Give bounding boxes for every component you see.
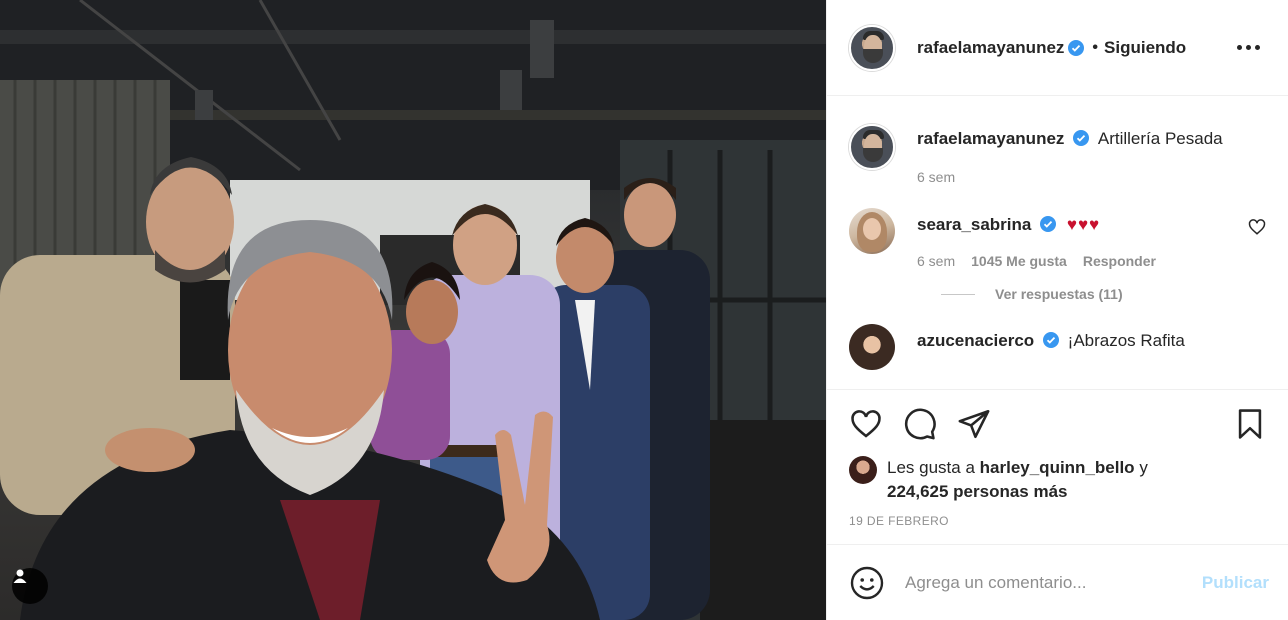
caption-username[interactable]: rafaelamayanunez: [917, 129, 1064, 148]
author-username[interactable]: rafaelamayanunez: [917, 38, 1064, 58]
share-paper-plane-icon[interactable]: [957, 407, 991, 441]
others-like-count[interactable]: 224,625 personas más: [887, 482, 1068, 501]
following-button[interactable]: Siguiendo: [1104, 38, 1186, 58]
comment-time[interactable]: 6 sem: [917, 250, 955, 272]
commenter-username[interactable]: seara_sabrina: [917, 215, 1031, 234]
view-replies-button[interactable]: Ver respuestas (11): [941, 286, 1266, 302]
post-photo[interactable]: [0, 0, 826, 620]
commenter-avatar[interactable]: [849, 324, 895, 370]
user-icon: [13, 569, 27, 583]
liked-by-summary: Les gusta a harley_quinn_bello y 224,625…: [849, 456, 1267, 504]
verified-badge-icon: [1040, 216, 1057, 232]
comment-like-heart-icon[interactable]: [1248, 218, 1266, 236]
post-side-panel: rafaelamayanunez • Siguiendo rafaelamaya…: [826, 0, 1288, 620]
liked-by-conjunction: y: [1139, 458, 1148, 477]
caption-text: Artillería Pesada: [1097, 129, 1223, 148]
comment-row: seara_sabrina ♥♥♥ 6 sem 1045 Me gusta Re…: [849, 208, 1266, 272]
add-comment-bar: Publicar: [827, 544, 1288, 620]
group-selfie-image: [0, 0, 826, 620]
caption-time[interactable]: 6 sem: [917, 166, 955, 188]
liked-by-username[interactable]: harley_quinn_bello: [980, 458, 1135, 477]
more-options-icon[interactable]: [1231, 39, 1266, 56]
caption-author-avatar[interactable]: [849, 124, 895, 170]
separator-dot: •: [1092, 38, 1099, 56]
author-avatar[interactable]: [849, 24, 895, 71]
like-heart-icon[interactable]: [849, 407, 883, 441]
post-actions: Les gusta a harley_quinn_bello y 224,625…: [827, 389, 1288, 528]
replies-divider: [941, 293, 975, 295]
verified-badge-icon: [1073, 130, 1090, 146]
comment-row: azucenacierco ¡Abrazos Rafita: [849, 324, 1266, 370]
comment-text: ¡Abrazos Rafita: [1067, 331, 1185, 350]
post-date[interactable]: 19 DE FEBRERO: [849, 514, 1267, 528]
comment-input[interactable]: [905, 572, 1202, 593]
commenter-username[interactable]: azucenacierco: [917, 331, 1034, 350]
caption-row: rafaelamayanunez Artillería Pesada 6 sem: [849, 124, 1266, 188]
save-bookmark-icon[interactable]: [1233, 407, 1267, 441]
comment-bubble-icon[interactable]: [903, 407, 937, 441]
view-replies-label: Ver respuestas (11): [995, 286, 1123, 302]
tagged-users-button[interactable]: [12, 568, 48, 604]
emoji-smiley-icon[interactable]: [849, 565, 885, 601]
reply-button[interactable]: Responder: [1083, 250, 1156, 272]
liker-avatar[interactable]: [849, 456, 877, 484]
comment-text: ♥♥♥: [1066, 215, 1101, 234]
comment-like-count[interactable]: 1045 Me gusta: [971, 250, 1067, 272]
post-header: rafaelamayanunez • Siguiendo: [827, 0, 1288, 96]
liked-by-prefix: Les gusta a: [887, 458, 975, 477]
commenter-avatar[interactable]: [849, 208, 895, 254]
verified-badge-icon: [1068, 39, 1085, 56]
comments-list[interactable]: rafaelamayanunez Artillería Pesada 6 sem…: [827, 96, 1288, 389]
verified-badge-icon: [1042, 332, 1059, 348]
publish-button[interactable]: Publicar: [1202, 573, 1269, 593]
